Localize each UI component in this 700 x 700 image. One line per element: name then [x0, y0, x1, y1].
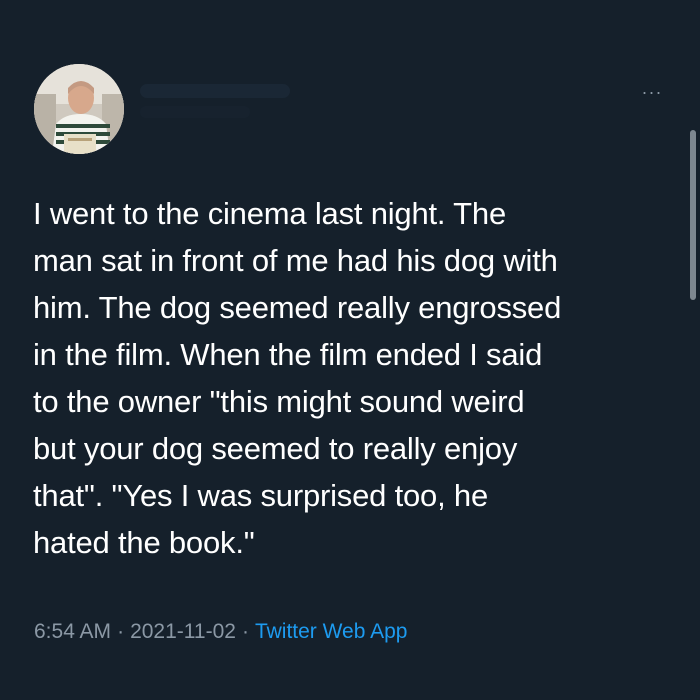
- separator-dot: ·: [241, 620, 249, 643]
- tweet-time[interactable]: 6:54 AM: [34, 620, 111, 643]
- tweet-text: I went to the cinema last night. The man…: [33, 196, 562, 560]
- avatar-photo-icon: [34, 64, 124, 154]
- user-handle-redacted: [140, 106, 250, 118]
- scrollbar-thumb[interactable]: [690, 130, 696, 300]
- tweet-source-link[interactable]: Twitter Web App: [255, 620, 408, 643]
- tweet-metadata: 6:54 AM · 2021-11-02 · Twitter Web App: [34, 616, 407, 648]
- more-options-icon: ···: [641, 82, 663, 102]
- display-name-redacted: [140, 84, 290, 98]
- separator-dot: ·: [117, 620, 125, 643]
- tweet-date[interactable]: 2021-11-02: [130, 620, 236, 643]
- user-avatar[interactable]: [34, 64, 124, 154]
- more-options-button[interactable]: ···: [632, 80, 672, 104]
- tweet-card: ··· I went to the cinema last night. The…: [0, 0, 700, 700]
